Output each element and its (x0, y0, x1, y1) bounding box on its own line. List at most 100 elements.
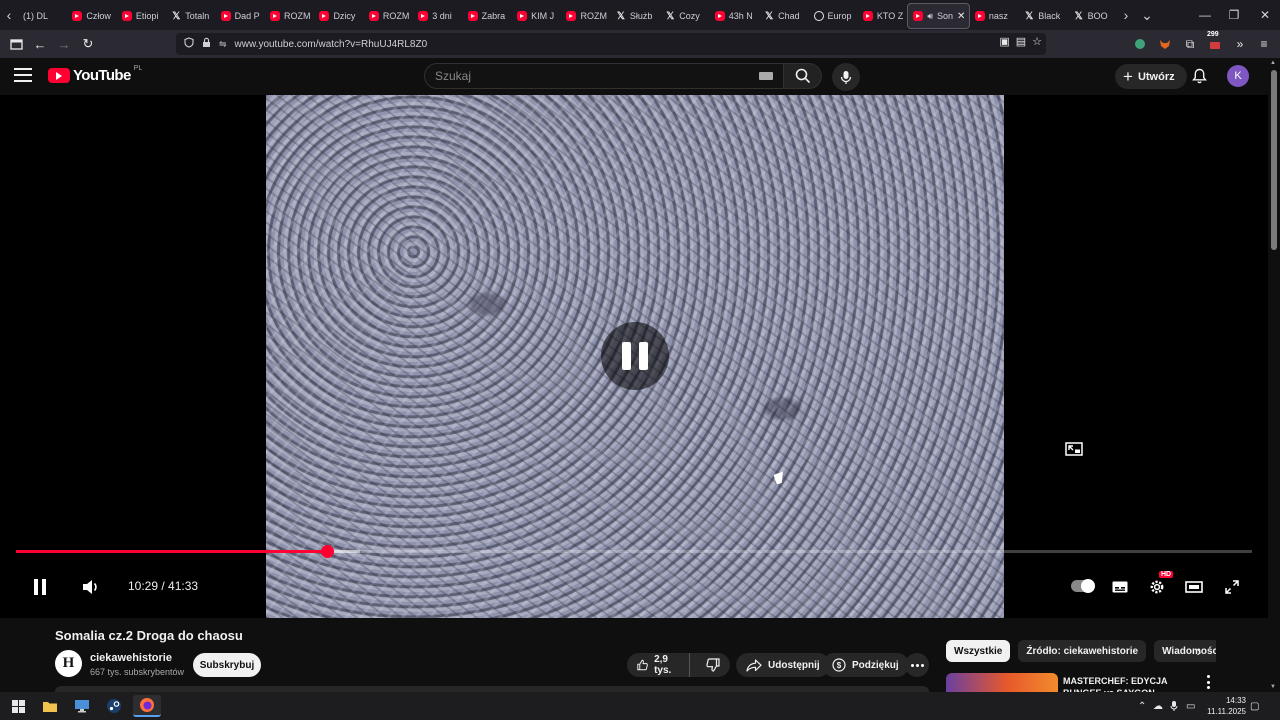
fullscreen-button[interactable] (1220, 575, 1244, 599)
browser-tab[interactable]: KIM J (512, 3, 561, 29)
more-actions-button[interactable] (905, 653, 929, 677)
browser-tab[interactable]: 𝕏 Totaln (166, 3, 215, 29)
permissions-icon[interactable]: ⇋ (219, 39, 227, 50)
youtube-logo[interactable]: YouTube PL (48, 65, 142, 84)
chips-next-arrow-icon[interactable]: › (1188, 640, 1210, 662)
guide-menu-icon[interactable] (14, 68, 32, 82)
list-all-tabs-icon[interactable]: ⌄ (1138, 0, 1156, 30)
browser-tab[interactable]: 𝕏 Służb (611, 3, 660, 29)
recommendation-menu-icon[interactable] (1202, 675, 1214, 689)
show-hidden-icons-icon[interactable]: ⌃ (1138, 696, 1146, 716)
browser-tab[interactable]: KTO Z (858, 3, 907, 29)
subtitles-button[interactable] (1108, 575, 1132, 599)
browser-tab[interactable]: Zabra (463, 3, 512, 29)
firefox-icon[interactable] (133, 695, 161, 717)
video-player[interactable]: 10:29 / 41:33 HD (0, 95, 1268, 618)
tabs-scroll-left-icon[interactable]: ‹ (0, 0, 18, 30)
recommendation-thumbnail[interactable] (946, 673, 1058, 692)
like-button[interactable]: 2,9 tys. (627, 653, 690, 677)
fox-extension-icon[interactable] (1155, 34, 1175, 54)
browser-tab[interactable]: 𝕏 Cozy (660, 3, 709, 29)
recommendation-title[interactable]: MASTERCHEF: EDYCJA BUNGEE vs SAYGON (1063, 675, 1193, 692)
close-window-icon[interactable]: ✕ (1250, 0, 1280, 30)
voice-search-button[interactable] (832, 63, 860, 91)
browser-tab[interactable]: ROZM (265, 3, 314, 29)
microphone-tray-icon[interactable] (1170, 696, 1178, 716)
theater-mode-icon (1185, 581, 1203, 593)
browser-tab[interactable]: 𝕏 BOO (1069, 3, 1118, 29)
browser-tab[interactable]: (1) DL (18, 3, 67, 29)
browser-tab[interactable]: nasz (970, 3, 1019, 29)
share-button[interactable]: Udostępnij (736, 653, 830, 677)
browser-tab[interactable]: 𝕏 Chad (759, 3, 808, 29)
browser-tab[interactable]: ROZM (364, 3, 413, 29)
notifications-bell-icon[interactable] (1189, 66, 1209, 86)
thanks-button[interactable]: $ Podziękuj (822, 653, 909, 677)
page-scrollbar-thumb[interactable] (1271, 70, 1277, 250)
lock-icon[interactable] (202, 37, 211, 51)
autoplay-toggle[interactable] (1071, 579, 1095, 593)
progress-bar[interactable] (16, 545, 1252, 558)
taskbar-clock[interactable]: 14:33 11.11.2025 (1200, 695, 1246, 717)
center-pause-indicator[interactable] (601, 322, 669, 390)
settings-button[interactable] (1145, 575, 1169, 599)
x-icon: 𝕏 (1025, 10, 1034, 22)
browser-tab[interactable]: 43h N (710, 3, 759, 29)
browser-tab[interactable]: ROZM (561, 3, 610, 29)
reload-icon[interactable]: ↻ (76, 32, 100, 56)
dislike-button[interactable] (696, 658, 730, 672)
scroll-up-arrow-icon[interactable]: ▲ (1270, 60, 1276, 66)
file-explorer-icon[interactable] (36, 695, 64, 717)
picture-in-picture-icon[interactable]: ▣ (999, 35, 1009, 48)
forward-icon[interactable]: → (52, 32, 76, 56)
tab-label: Cozy (679, 11, 700, 21)
browser-tab[interactable]: Człow (67, 3, 116, 29)
browser-tab[interactable]: Dzicy (314, 3, 363, 29)
account-avatar[interactable]: K (1227, 65, 1249, 87)
search-button[interactable] (784, 63, 822, 89)
pause-button[interactable] (28, 575, 52, 599)
network-icon[interactable]: ▭ (1186, 696, 1195, 716)
monitor-app-icon[interactable] (68, 695, 96, 717)
bookmark-star-icon[interactable]: ☆ (1032, 35, 1042, 48)
search-input[interactable]: Szukaj (424, 63, 784, 89)
subscribe-button[interactable]: Subskrybuj (193, 653, 261, 677)
channel-name[interactable]: ciekawehistorie (90, 652, 172, 664)
minimize-window-icon[interactable]: — (1190, 0, 1220, 30)
channel-avatar[interactable]: H (55, 650, 82, 677)
tab-audio-icon[interactable]: 🔊︎ (927, 11, 933, 22)
scroll-down-arrow-icon[interactable]: ▼ (1270, 684, 1276, 690)
onedrive-cloud-icon[interactable]: ☁ (1153, 696, 1163, 716)
volume-button[interactable] (79, 575, 103, 599)
steam-icon[interactable] (100, 695, 128, 717)
create-button[interactable]: + Utwórz (1115, 64, 1187, 89)
browser-tab[interactable]: 3 dni (413, 3, 462, 29)
browser-tab[interactable]: Europ (809, 3, 858, 29)
notification-center-icon[interactable]: ▢ (1250, 696, 1259, 716)
restore-window-icon[interactable]: ❐ (1219, 0, 1249, 30)
more-tools-icon[interactable]: » (1230, 34, 1250, 54)
extensions-puzzle-icon[interactable]: ⧉ (1180, 34, 1200, 54)
reader-view-icon[interactable]: ▤ (1016, 35, 1026, 48)
app-menu-icon[interactable]: ≡ (1254, 34, 1274, 54)
tab-overview-icon[interactable] (4, 32, 28, 56)
tabs-scroll-right-icon[interactable]: › (1117, 0, 1135, 30)
address-bar[interactable]: ⇋ www.youtube.com/watch?v=RhuUJ4RL8Z0 ▣ … (176, 33, 1046, 55)
notifications-extension-icon[interactable]: 299 (1205, 31, 1225, 54)
miniplayer-icon[interactable] (1064, 439, 1084, 459)
url-text[interactable]: www.youtube.com/watch?v=RhuUJ4RL8Z0 (235, 39, 428, 50)
back-icon[interactable]: ← (28, 32, 52, 56)
browser-tab[interactable]: Etiopi (117, 3, 166, 29)
filter-chip[interactable]: Źródło: ciekawehistorie (1018, 640, 1147, 662)
theater-mode-button[interactable] (1182, 575, 1206, 599)
close-tab-icon[interactable]: ✕ (957, 11, 965, 22)
tracking-protection-icon[interactable] (184, 37, 194, 51)
browser-tab[interactable]: Dad P (216, 3, 265, 29)
browser-tab[interactable]: 𝕏 Black (1019, 3, 1068, 29)
tab-active[interactable]: 🔊︎ Son ✕ (907, 3, 970, 29)
shield-extension-icon[interactable] (1130, 34, 1150, 54)
filter-chip[interactable]: Wszystkie (946, 640, 1011, 662)
page-scrollbar[interactable]: ▲ ▼ (1268, 58, 1280, 692)
keyboard-icon[interactable] (759, 72, 773, 80)
windows-start-icon[interactable] (4, 695, 32, 717)
